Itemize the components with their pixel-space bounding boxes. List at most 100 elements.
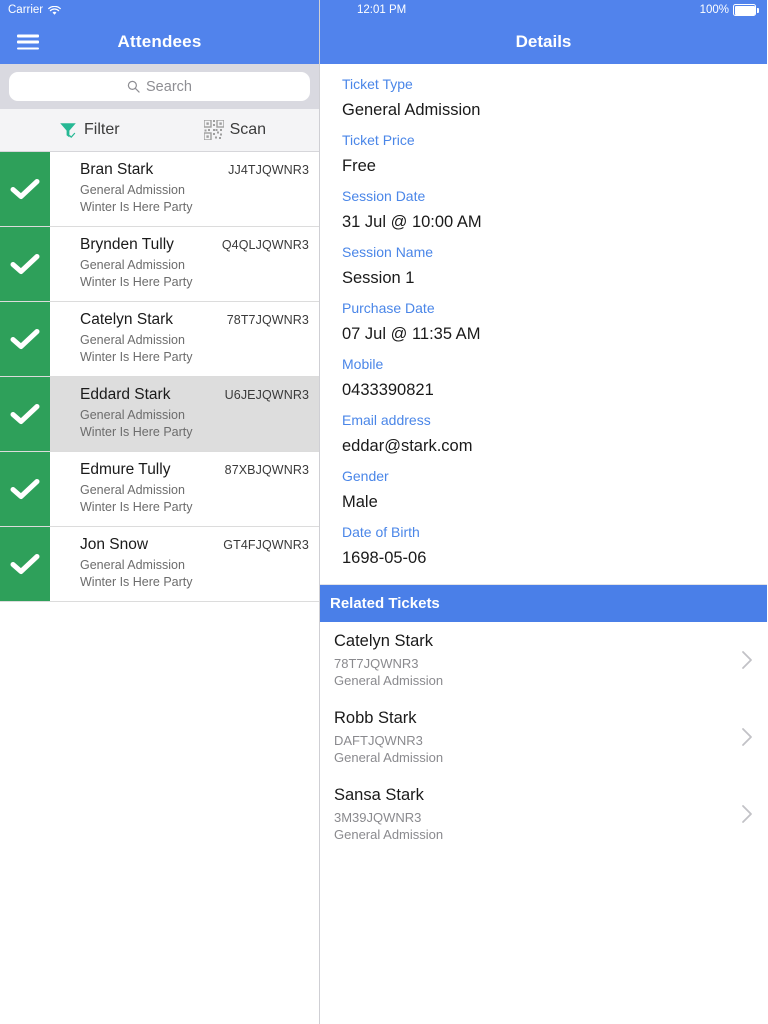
- attendee-event-name: Winter Is Here Party: [80, 500, 193, 514]
- detail-field-label: Ticket Price: [342, 132, 415, 148]
- filter-button[interactable]: Filter: [58, 120, 120, 140]
- hamburger-line: [17, 34, 39, 37]
- attendee-row-body[interactable]: Edmure Tully 87XBJQWNR3 General Admission W…: [50, 452, 319, 526]
- checked-in-indicator[interactable]: [0, 152, 50, 226]
- page-title: Attendees: [117, 32, 202, 51]
- detail-field-label: Mobile: [342, 356, 384, 372]
- hamburger-line: [17, 47, 39, 50]
- chevron-right-icon: [741, 804, 753, 824]
- attendee-name: Edmure Tully: [80, 461, 171, 478]
- attendee-ticket-code: 87XBJQWNR3: [224, 463, 309, 477]
- battery-fill: [734, 5, 755, 15]
- detail-field-label: Session Date: [342, 188, 426, 204]
- detail-field: Session Name Session 1: [320, 232, 767, 288]
- list-toolbar: Filter Scan: [0, 109, 319, 152]
- scan-label: Scan: [229, 121, 267, 138]
- related-tickets-title: Related Tickets: [330, 595, 440, 612]
- detail-field: Ticket Price Free: [320, 120, 767, 176]
- detail-field-label: Email address: [342, 412, 431, 428]
- attendee-row-body[interactable]: Catelyn Stark 78T7JQWNR3 General Admission…: [50, 302, 319, 376]
- check-icon: [10, 402, 40, 426]
- detail-field: Session Date 31 Jul @ 10:00 AM: [320, 176, 767, 232]
- hamburger-line: [17, 40, 39, 44]
- related-ticket-row[interactable]: Catelyn Stark 78T7JQWNR3 General Admission: [320, 622, 767, 699]
- attendee-event-name: Winter Is Here Party: [80, 200, 193, 214]
- related-ticket-row[interactable]: Sansa Stark 3M39JQWNR3 General Admission: [320, 776, 767, 853]
- checked-in-indicator[interactable]: [0, 302, 50, 376]
- carrier-label: Carrier: [8, 4, 44, 16]
- attendee-ticket-code: Q4QLJQWNR3: [221, 238, 309, 252]
- battery-percent-label: 100%: [699, 4, 729, 16]
- detail-field-value: Free: [342, 157, 376, 175]
- related-tickets-list: Catelyn Stark 78T7JQWNR3 General Admission…: [320, 622, 767, 853]
- status-bar-left: Carrier: [0, 0, 319, 20]
- checked-in-indicator[interactable]: [0, 377, 50, 451]
- app-root: Carrier Attendees Search Filter Scan Bra…: [0, 0, 768, 1024]
- battery-status: 100%: [700, 4, 759, 16]
- details-scroll-area[interactable]: Ticket Type General Admission Ticket Price…: [320, 64, 767, 1024]
- checked-in-indicator[interactable]: [0, 227, 50, 301]
- attendee-row[interactable]: Brynden Tully Q4QLJQWNR3 General Admission…: [0, 227, 319, 302]
- related-ticket-type: General Admission: [334, 673, 444, 688]
- attendee-row[interactable]: Bran Stark JJ4TJQWNR3 General Admission Win…: [0, 152, 319, 227]
- detail-field: Ticket Type General Admission: [320, 64, 767, 120]
- attendee-row-body[interactable]: Bran Stark JJ4TJQWNR3 General Admission Win…: [50, 152, 319, 226]
- detail-field-value: 07 Jul @ 11:35 AM: [342, 325, 481, 343]
- status-bar-right: 12:01 PM 100%: [320, 0, 767, 20]
- scan-button[interactable]: Scan: [202, 119, 267, 141]
- filter-label: Filter: [84, 121, 120, 138]
- attendee-ticket-type: General Admission: [80, 483, 185, 497]
- attendee-ticket-type: General Admission: [80, 558, 185, 572]
- search-icon: [127, 80, 140, 93]
- related-ticket-type: General Admission: [334, 750, 444, 765]
- related-ticket-name: Sansa Stark: [334, 786, 424, 804]
- attendee-name: Bran Stark: [80, 161, 154, 178]
- detail-field-value: Male: [342, 493, 378, 511]
- detail-field: Purchase Date 07 Jul @ 11:35 AM: [320, 288, 767, 344]
- attendee-name: Jon Snow: [80, 536, 149, 553]
- related-ticket-row[interactable]: Robb Stark DAFTJQWNR3 General Admission: [320, 699, 767, 776]
- checked-in-indicator[interactable]: [0, 527, 50, 601]
- attendee-list: Bran Stark JJ4TJQWNR3 General Admission Win…: [0, 152, 319, 602]
- detail-field: Date of Birth 1698-05-06: [320, 512, 767, 568]
- check-icon: [10, 177, 40, 201]
- checked-in-indicator[interactable]: [0, 452, 50, 526]
- detail-field-value: Session 1: [342, 269, 415, 287]
- attendees-navbar: Attendees: [0, 20, 319, 64]
- attendee-row[interactable]: Jon Snow GT4FJQWNR3 General Admission Winte…: [0, 527, 319, 602]
- details-navbar: Details: [320, 20, 767, 64]
- check-icon: [10, 552, 40, 576]
- detail-field-value: 1698-05-06: [342, 549, 427, 567]
- detail-field: Email address eddar@stark.com: [320, 400, 767, 456]
- attendee-row[interactable]: Edmure Tully 87XBJQWNR3 General Admission W…: [0, 452, 319, 527]
- attendee-row-body[interactable]: Jon Snow GT4FJQWNR3 General Admission Winte…: [50, 527, 319, 601]
- detail-field-label: Date of Birth: [342, 524, 420, 540]
- attendee-name: Eddard Stark: [80, 386, 171, 403]
- battery-cap: [757, 7, 759, 13]
- attendee-ticket-type: General Admission: [80, 258, 185, 272]
- attendee-row-body[interactable]: Brynden Tully Q4QLJQWNR3 General Admission…: [50, 227, 319, 301]
- related-ticket-code: 3M39JQWNR3: [334, 810, 422, 825]
- hamburger-menu-icon[interactable]: [17, 34, 39, 50]
- details-pane: 12:01 PM 100% Details Ticket Type General…: [320, 0, 767, 1024]
- attendee-row[interactable]: Eddard Stark U6JEJQWNR3 General Admission W…: [0, 377, 319, 452]
- attendee-event-name: Winter Is Here Party: [80, 575, 193, 589]
- detail-field-value: 31 Jul @ 10:00 AM: [342, 213, 482, 231]
- details-title: Details: [515, 32, 572, 51]
- search-input[interactable]: Search: [9, 72, 310, 101]
- detail-field-label: Purchase Date: [342, 300, 435, 316]
- check-icon: [10, 477, 40, 501]
- attendee-ticket-code: 78T7JQWNR3: [226, 313, 309, 327]
- attendee-row[interactable]: Catelyn Stark 78T7JQWNR3 General Admission…: [0, 302, 319, 377]
- related-tickets-header: Related Tickets: [320, 584, 767, 622]
- check-icon: [10, 327, 40, 351]
- wifi-icon: [48, 5, 62, 16]
- qr-code-scan-icon: [202, 119, 225, 141]
- attendee-row-body[interactable]: Eddard Stark U6JEJQWNR3 General Admission W…: [50, 377, 319, 451]
- attendee-event-name: Winter Is Here Party: [80, 350, 193, 364]
- list-empty-area: [0, 602, 319, 1024]
- detail-field-value: 0433390821: [342, 381, 434, 399]
- attendee-ticket-code: JJ4TJQWNR3: [228, 163, 309, 177]
- search-bar-container: Search: [0, 64, 319, 109]
- chevron-right-icon: [741, 727, 753, 747]
